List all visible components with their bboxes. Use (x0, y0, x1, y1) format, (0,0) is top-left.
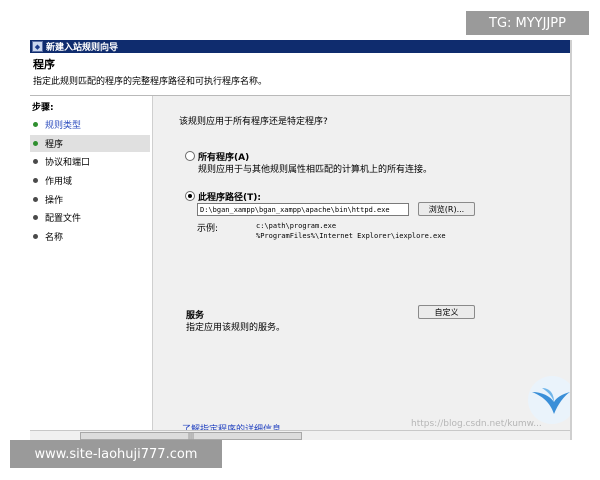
example-path-1: c:\path\program.exe (256, 222, 337, 230)
step-bullet-icon (33, 215, 38, 220)
program-path-input[interactable]: D:\bgan_xampp\bgan_xampp\apache\bin\http… (197, 203, 409, 216)
step-protocol-ports[interactable]: 协议和端口 (30, 153, 150, 170)
step-profile[interactable]: 配置文件 (30, 209, 150, 226)
wizard-window: ◆ 新建入站规则向导 程序 指定此规则匹配的程序的完整程序路径和可执行程序名称。… (30, 40, 571, 440)
window-edge (570, 40, 572, 440)
step-rule-type[interactable]: 规则类型 (30, 116, 150, 133)
step-scope[interactable]: 作用域 (30, 172, 150, 189)
bottom-bar: ||| (30, 430, 570, 440)
question-text: 该规则应用于所有程序还是特定程序? (179, 117, 328, 127)
step-label: 配置文件 (45, 214, 82, 224)
program-path-label[interactable]: 此程序路径(T): (198, 190, 261, 203)
step-action[interactable]: 操作 (30, 191, 150, 208)
step-label: 程序 (45, 140, 64, 150)
step-label: 规则类型 (45, 121, 82, 131)
example-path-2: %ProgramFiles%\Internet Explorer\iexplor… (256, 232, 446, 240)
page-subtitle: 指定此规则匹配的程序的完整程序路径和可执行程序名称。 (33, 77, 268, 87)
step-bullet-icon (33, 234, 38, 239)
step-program[interactable]: 程序 (30, 135, 150, 152)
window-title: 新建入站规则向导 (46, 43, 119, 53)
page-title: 程序 (33, 58, 55, 71)
scrollbar-grip[interactable]: ||| (80, 432, 302, 440)
step-bullet-icon (33, 197, 38, 202)
title-bar[interactable]: ◆ 新建入站规则向导 (30, 40, 570, 53)
step-name[interactable]: 名称 (30, 228, 150, 245)
step-label: 协议和端口 (45, 158, 91, 168)
customize-button[interactable]: 自定义 (418, 305, 475, 319)
step-bullet-icon (33, 159, 38, 164)
site-badge: www.site-laohuji777.com (10, 440, 222, 468)
step-bullet-icon (33, 122, 38, 127)
step-bullet-icon (33, 178, 38, 183)
browse-button[interactable]: 浏览(R)... (418, 202, 475, 216)
csdn-watermark: https://blog.csdn.net/kumw... (411, 419, 542, 429)
page-header: 程序 指定此规则匹配的程序的完整程序路径和可执行程序名称。 (30, 53, 570, 96)
all-programs-radio[interactable] (185, 151, 195, 161)
steps-title: 步骤: (32, 103, 54, 113)
services-description: 指定应用该规则的服务。 (186, 323, 286, 333)
step-label: 名称 (45, 233, 64, 243)
step-label: 操作 (45, 196, 64, 206)
all-programs-description: 规则应用于与其他规则属性相匹配的计算机上的所有连接。 (198, 165, 433, 175)
content-pane: 该规则应用于所有程序还是特定程序? 所有程序(A) 规则应用于与其他规则属性相匹… (152, 96, 570, 435)
step-bullet-icon (33, 141, 38, 146)
app-icon: ◆ (32, 41, 43, 52)
example-label: 示例: (197, 224, 219, 234)
tg-badge: TG: MYYJJPP (466, 11, 589, 35)
program-path-radio[interactable] (185, 191, 195, 201)
step-label: 作用域 (45, 177, 73, 187)
steps-pane: 步骤: 规则类型 程序 协议和端口 作用域 操作 配置文件 名称 (30, 96, 152, 430)
